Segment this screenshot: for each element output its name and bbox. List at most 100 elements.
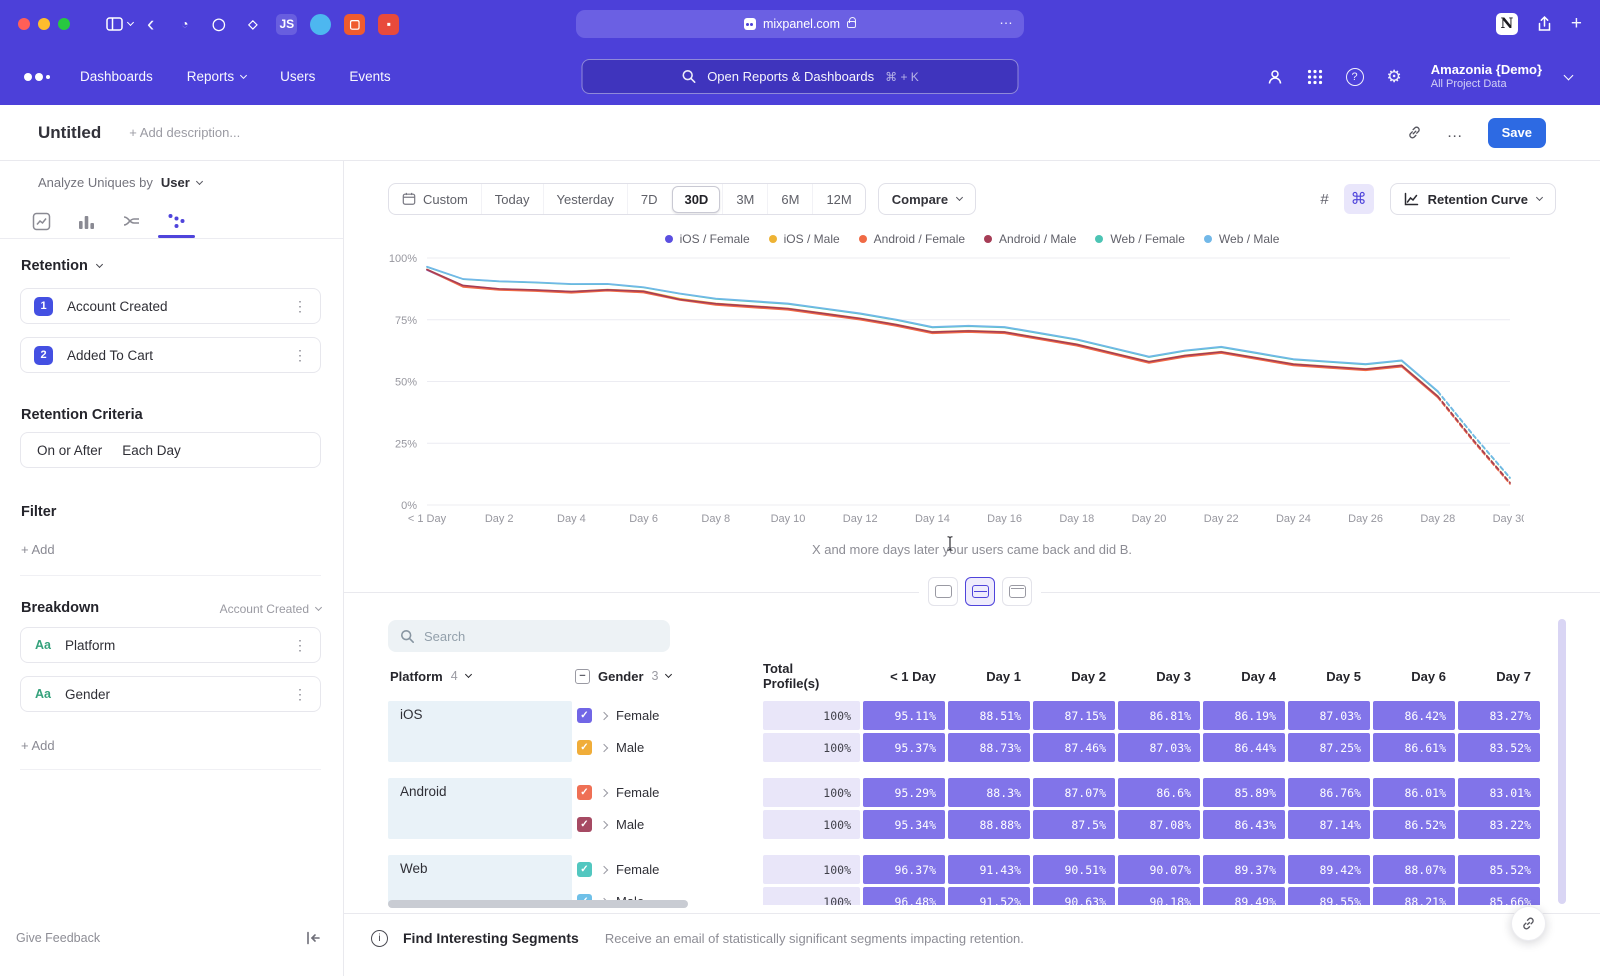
browser-app-icon[interactable]: ▢ bbox=[344, 14, 365, 35]
users-directory-icon[interactable] bbox=[1266, 68, 1284, 86]
retention-cell[interactable]: 85.66% bbox=[1458, 887, 1540, 905]
retention-cell[interactable]: 87.25% bbox=[1288, 733, 1370, 762]
command-shortcut-icon[interactable]: ⌘ bbox=[1344, 184, 1374, 214]
more-menu-icon[interactable]: … bbox=[1447, 124, 1464, 142]
minimize-window-icon[interactable] bbox=[38, 18, 50, 30]
retention-cell[interactable]: 91.43% bbox=[948, 855, 1030, 884]
gender-cell[interactable]: ✓Female bbox=[575, 701, 760, 730]
retention-cell[interactable]: 95.11% bbox=[863, 701, 945, 730]
legend-item-android-female[interactable]: Android / Female bbox=[859, 232, 965, 246]
vertical-scrollbar[interactable] bbox=[1558, 619, 1566, 904]
global-search[interactable]: Open Reports & Dashboards ⌘ + K bbox=[582, 59, 1019, 94]
share-icon[interactable] bbox=[1536, 15, 1553, 33]
share-link-fab[interactable] bbox=[1511, 906, 1546, 941]
chart-line-web-female[interactable] bbox=[427, 267, 1438, 392]
kebab-menu-icon[interactable]: ⋮ bbox=[293, 298, 307, 315]
retention-cell[interactable]: 96.37% bbox=[863, 855, 945, 884]
apps-grid-icon[interactable] bbox=[1307, 69, 1323, 85]
retention-cell[interactable]: 95.37% bbox=[863, 733, 945, 762]
retention-cell[interactable]: 91.52% bbox=[948, 887, 1030, 905]
retention-cell[interactable]: 86.81% bbox=[1118, 701, 1200, 730]
platform-cell[interactable]: Web bbox=[388, 855, 572, 905]
retention-cell[interactable]: 86.19% bbox=[1203, 701, 1285, 730]
close-window-icon[interactable] bbox=[18, 18, 30, 30]
nav-item-events[interactable]: Events bbox=[349, 69, 390, 84]
browser-app-icon[interactable]: ◇ bbox=[242, 14, 263, 35]
retention-cell[interactable]: 88.88% bbox=[948, 810, 1030, 839]
legend-item-web-male[interactable]: Web / Male bbox=[1204, 232, 1279, 246]
browser-app-icon[interactable]: ◯ bbox=[208, 14, 229, 35]
find-segments-link[interactable]: Find Interesting Segments bbox=[403, 930, 579, 946]
help-icon[interactable]: ? bbox=[1346, 68, 1364, 86]
retention-cell[interactable]: 87.03% bbox=[1118, 733, 1200, 762]
column-header-total-profile-s[interactable]: Total Profile(s) bbox=[763, 661, 860, 691]
table-search-input[interactable] bbox=[424, 629, 658, 644]
copy-link-icon[interactable] bbox=[1406, 124, 1423, 141]
breakdown-item[interactable]: AaGender⋮ bbox=[20, 676, 321, 712]
date-range-6m[interactable]: 6M bbox=[767, 184, 812, 214]
add-description[interactable]: + Add description... bbox=[129, 125, 240, 140]
address-bar[interactable]: mixpanel.com … bbox=[576, 10, 1024, 38]
analyze-entity-dropdown[interactable]: User bbox=[161, 175, 202, 190]
new-tab-icon[interactable]: + bbox=[1571, 13, 1582, 35]
column-header-day-4[interactable]: Day 4 bbox=[1203, 669, 1285, 684]
retention-cell[interactable]: 87.03% bbox=[1288, 701, 1370, 730]
retention-cell[interactable]: 88.3% bbox=[948, 778, 1030, 807]
retention-section-heading[interactable]: Retention bbox=[21, 258, 102, 274]
retention-cell[interactable]: 83.52% bbox=[1458, 733, 1540, 762]
retention-cell[interactable]: 90.63% bbox=[1033, 887, 1115, 905]
legend-item-ios-male[interactable]: iOS / Male bbox=[769, 232, 840, 246]
breakdown-item[interactable]: AaPlatform⋮ bbox=[20, 627, 321, 663]
maximize-window-icon[interactable] bbox=[58, 18, 70, 30]
column-header-day-2[interactable]: Day 2 bbox=[1033, 669, 1115, 684]
retention-cell[interactable]: 86.52% bbox=[1373, 810, 1455, 839]
retention-cell[interactable]: 86.01% bbox=[1373, 778, 1455, 807]
retention-cell[interactable]: 83.22% bbox=[1458, 810, 1540, 839]
retention-cell[interactable]: 83.27% bbox=[1458, 701, 1540, 730]
retention-cell[interactable]: 88.51% bbox=[948, 701, 1030, 730]
tab-funnels[interactable] bbox=[77, 205, 96, 238]
browser-sidebar-icon[interactable] bbox=[106, 17, 133, 31]
collapse-sidebar-icon[interactable] bbox=[306, 931, 321, 945]
retention-step[interactable]: 1Account Created⋮ bbox=[20, 288, 321, 324]
kebab-menu-icon[interactable]: ⋮ bbox=[293, 347, 307, 364]
view-chart-only-button[interactable] bbox=[928, 577, 958, 606]
retention-step[interactable]: 2Added To Cart⋮ bbox=[20, 337, 321, 373]
date-range-custom[interactable]: Custom bbox=[389, 184, 481, 214]
date-range-yesterday[interactable]: Yesterday bbox=[543, 184, 627, 214]
retention-cell[interactable]: 89.42% bbox=[1288, 855, 1370, 884]
legend-item-ios-female[interactable]: iOS / Female bbox=[665, 232, 750, 246]
annotations-hash-icon[interactable]: # bbox=[1310, 184, 1340, 214]
retention-cell[interactable]: 87.5% bbox=[1033, 810, 1115, 839]
column-header-day-5[interactable]: Day 5 bbox=[1288, 669, 1370, 684]
compare-button[interactable]: Compare bbox=[878, 183, 976, 215]
retention-cell[interactable]: 83.01% bbox=[1458, 778, 1540, 807]
account-switcher[interactable]: Amazonia {Demo} All Project Data bbox=[1431, 62, 1542, 92]
retention-cell[interactable]: 86.76% bbox=[1288, 778, 1370, 807]
column-header-day-7[interactable]: Day 7 bbox=[1458, 669, 1540, 684]
kebab-menu-icon[interactable]: ⋮ bbox=[293, 686, 307, 703]
gender-cell[interactable]: ✓Male bbox=[575, 733, 760, 762]
retention-cell[interactable]: 86.42% bbox=[1373, 701, 1455, 730]
indeterminate-checkbox-icon[interactable]: − bbox=[575, 669, 590, 684]
kebab-menu-icon[interactable]: ⋮ bbox=[293, 637, 307, 654]
give-feedback-link[interactable]: Give Feedback bbox=[16, 931, 100, 945]
retention-cell[interactable]: 89.37% bbox=[1203, 855, 1285, 884]
checkbox-icon[interactable]: ✓ bbox=[577, 785, 592, 800]
gender-cell[interactable]: ✓Female bbox=[575, 855, 760, 884]
browser-app-icon[interactable] bbox=[310, 14, 331, 35]
browser-app-icon[interactable]: ◔ bbox=[174, 14, 195, 35]
horizontal-scrollbar[interactable] bbox=[388, 900, 688, 908]
retention-cell[interactable]: 86.61% bbox=[1373, 733, 1455, 762]
criteria-mode[interactable]: On or After bbox=[37, 443, 102, 458]
back-button[interactable]: ‹ bbox=[147, 13, 154, 35]
chart-line-android-female[interactable] bbox=[427, 270, 1438, 398]
retention-cell[interactable]: 95.34% bbox=[863, 810, 945, 839]
tab-flows[interactable] bbox=[122, 205, 141, 238]
save-button[interactable]: Save bbox=[1488, 118, 1546, 148]
address-more-icon[interactable]: … bbox=[999, 11, 1014, 27]
retention-cell[interactable]: 90.07% bbox=[1118, 855, 1200, 884]
mixpanel-logo[interactable] bbox=[24, 73, 50, 81]
browser-app-icon[interactable]: ▪ bbox=[378, 14, 399, 35]
retention-cell[interactable]: 95.29% bbox=[863, 778, 945, 807]
